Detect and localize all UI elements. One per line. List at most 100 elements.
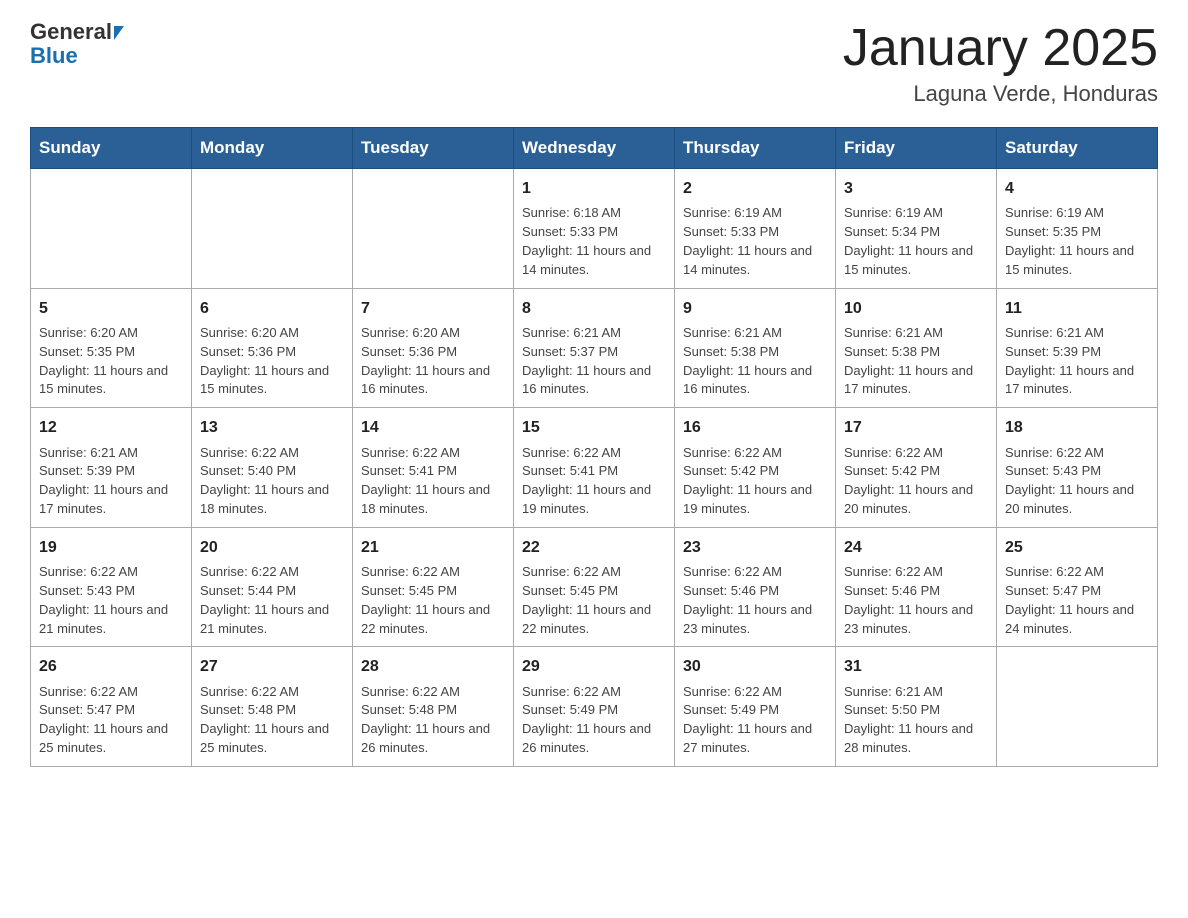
calendar-cell: 18Sunrise: 6:22 AM Sunset: 5:43 PM Dayli…	[997, 408, 1158, 528]
calendar-cell: 1Sunrise: 6:18 AM Sunset: 5:33 PM Daylig…	[514, 169, 675, 289]
day-header-wednesday: Wednesday	[514, 128, 675, 169]
cell-date-number: 27	[200, 655, 344, 678]
calendar-cell: 8 Sunrise: 6:21 AM Sunset: 5:37 PM Daylig…	[514, 288, 675, 408]
calendar-cell: 4 Sunrise: 6:19 AM Sunset: 5:35 PM Daylig…	[997, 169, 1158, 289]
cell-daylight-info: Sunrise: 6:19 AM Sunset: 5:35 PM Dayligh…	[1005, 204, 1149, 279]
calendar-cell: 9Sunrise: 6:21 AM Sunset: 5:38 PM Daylig…	[675, 288, 836, 408]
cell-daylight-info: Sunrise: 6:18 AM Sunset: 5:33 PM Dayligh…	[522, 204, 666, 279]
calendar-cell: 15 Sunrise: 6:22 AM Sunset: 5:41 PM Dayli…	[514, 408, 675, 528]
cell-daylight-info: Sunrise: 6:22 AM Sunset: 5:47 PM Dayligh…	[1005, 563, 1149, 638]
title-area: January 2025 Laguna Verde, Honduras	[843, 20, 1158, 107]
logo-general-text: General	[30, 19, 112, 44]
cell-date-number: 29	[522, 655, 666, 678]
calendar-cell	[192, 169, 353, 289]
cell-date-number: 13	[200, 416, 344, 439]
cell-date-number: 25	[1005, 536, 1149, 559]
cell-daylight-info: Sunrise: 6:22 AM Sunset: 5:47 PM Dayligh…	[39, 683, 183, 758]
calendar-cell: 23 Sunrise: 6:22 AM Sunset: 5:46 PM Dayli…	[675, 527, 836, 647]
cell-daylight-info: Sunrise: 6:20 AM Sunset: 5:35 PM Dayligh…	[39, 324, 183, 399]
cell-daylight-info: Sunrise: 6:22 AM Sunset: 5:43 PM Dayligh…	[39, 563, 183, 638]
cell-date-number: 22	[522, 536, 666, 559]
day-header-friday: Friday	[836, 128, 997, 169]
cell-date-number: 16	[683, 416, 827, 439]
day-header-sunday: Sunday	[31, 128, 192, 169]
month-title: January 2025	[843, 20, 1158, 77]
cell-daylight-info: Sunrise: 6:22 AM Sunset: 5:49 PM Dayligh…	[683, 683, 827, 758]
cell-date-number: 12	[39, 416, 183, 439]
page-header: General Blue January 2025 Laguna Verde, …	[30, 20, 1158, 107]
cell-daylight-info: Sunrise: 6:21 AM Sunset: 5:39 PM Dayligh…	[1005, 324, 1149, 399]
calendar-cell	[31, 169, 192, 289]
cell-date-number: 30	[683, 655, 827, 678]
cell-date-number: 8	[522, 297, 666, 320]
day-header-tuesday: Tuesday	[353, 128, 514, 169]
calendar-cell: 25 Sunrise: 6:22 AM Sunset: 5:47 PM Dayli…	[997, 527, 1158, 647]
calendar-cell: 3 Sunrise: 6:19 AM Sunset: 5:34 PM Daylig…	[836, 169, 997, 289]
calendar-cell: 21Sunrise: 6:22 AM Sunset: 5:45 PM Dayli…	[353, 527, 514, 647]
calendar-week-1: 1Sunrise: 6:18 AM Sunset: 5:33 PM Daylig…	[31, 169, 1158, 289]
calendar-cell: 29 Sunrise: 6:22 AM Sunset: 5:49 PM Dayli…	[514, 647, 675, 767]
calendar-header-row: SundayMondayTuesdayWednesdayThursdayFrid…	[31, 128, 1158, 169]
cell-daylight-info: Sunrise: 6:22 AM Sunset: 5:44 PM Dayligh…	[200, 563, 344, 638]
cell-daylight-info: Sunrise: 6:21 AM Sunset: 5:50 PM Dayligh…	[844, 683, 988, 758]
calendar-cell: 11 Sunrise: 6:21 AM Sunset: 5:39 PM Dayli…	[997, 288, 1158, 408]
cell-daylight-info: Sunrise: 6:19 AM Sunset: 5:34 PM Dayligh…	[844, 204, 988, 279]
cell-date-number: 14	[361, 416, 505, 439]
day-header-thursday: Thursday	[675, 128, 836, 169]
cell-daylight-info: Sunrise: 6:22 AM Sunset: 5:48 PM Dayligh…	[361, 683, 505, 758]
calendar-cell: 27 Sunrise: 6:22 AM Sunset: 5:48 PM Dayli…	[192, 647, 353, 767]
cell-date-number: 11	[1005, 297, 1149, 320]
cell-date-number: 26	[39, 655, 183, 678]
calendar-cell: 28 Sunrise: 6:22 AM Sunset: 5:48 PM Dayli…	[353, 647, 514, 767]
cell-date-number: 31	[844, 655, 988, 678]
calendar-cell: 17Sunrise: 6:22 AM Sunset: 5:42 PM Dayli…	[836, 408, 997, 528]
calendar-cell: 7Sunrise: 6:20 AM Sunset: 5:36 PM Daylig…	[353, 288, 514, 408]
logo-triangle-icon	[114, 26, 124, 40]
calendar-cell: 6Sunrise: 6:20 AM Sunset: 5:36 PM Daylig…	[192, 288, 353, 408]
calendar-cell: 19 Sunrise: 6:22 AM Sunset: 5:43 PM Dayli…	[31, 527, 192, 647]
cell-date-number: 6	[200, 297, 344, 320]
cell-date-number: 18	[1005, 416, 1149, 439]
calendar-week-2: 5 Sunrise: 6:20 AM Sunset: 5:35 PM Daylig…	[31, 288, 1158, 408]
cell-date-number: 28	[361, 655, 505, 678]
calendar-cell: 26 Sunrise: 6:22 AM Sunset: 5:47 PM Dayli…	[31, 647, 192, 767]
cell-date-number: 17	[844, 416, 988, 439]
cell-date-number: 24	[844, 536, 988, 559]
cell-daylight-info: Sunrise: 6:22 AM Sunset: 5:41 PM Dayligh…	[522, 444, 666, 519]
calendar-cell: 22 Sunrise: 6:22 AM Sunset: 5:45 PM Dayli…	[514, 527, 675, 647]
cell-date-number: 15	[522, 416, 666, 439]
cell-daylight-info: Sunrise: 6:19 AM Sunset: 5:33 PM Dayligh…	[683, 204, 827, 279]
cell-daylight-info: Sunrise: 6:21 AM Sunset: 5:37 PM Dayligh…	[522, 324, 666, 399]
cell-date-number: 5	[39, 297, 183, 320]
cell-date-number: 7	[361, 297, 505, 320]
cell-daylight-info: Sunrise: 6:22 AM Sunset: 5:48 PM Dayligh…	[200, 683, 344, 758]
calendar-week-3: 12Sunrise: 6:21 AM Sunset: 5:39 PM Dayli…	[31, 408, 1158, 528]
cell-date-number: 23	[683, 536, 827, 559]
calendar-cell: 14Sunrise: 6:22 AM Sunset: 5:41 PM Dayli…	[353, 408, 514, 528]
cell-daylight-info: Sunrise: 6:22 AM Sunset: 5:49 PM Dayligh…	[522, 683, 666, 758]
logo: General Blue	[30, 20, 124, 68]
calendar-cell: 31 Sunrise: 6:21 AM Sunset: 5:50 PM Dayli…	[836, 647, 997, 767]
calendar-week-4: 19 Sunrise: 6:22 AM Sunset: 5:43 PM Dayli…	[31, 527, 1158, 647]
cell-daylight-info: Sunrise: 6:21 AM Sunset: 5:38 PM Dayligh…	[844, 324, 988, 399]
calendar-cell: 2Sunrise: 6:19 AM Sunset: 5:33 PM Daylig…	[675, 169, 836, 289]
logo-blue-text: Blue	[30, 44, 124, 68]
cell-daylight-info: Sunrise: 6:22 AM Sunset: 5:45 PM Dayligh…	[522, 563, 666, 638]
cell-date-number: 9	[683, 297, 827, 320]
calendar-cell: 30 Sunrise: 6:22 AM Sunset: 5:49 PM Dayli…	[675, 647, 836, 767]
logo-top-line: General	[30, 20, 124, 44]
calendar-cell: 20Sunrise: 6:22 AM Sunset: 5:44 PM Dayli…	[192, 527, 353, 647]
cell-daylight-info: Sunrise: 6:22 AM Sunset: 5:46 PM Dayligh…	[844, 563, 988, 638]
calendar-table: SundayMondayTuesdayWednesdayThursdayFrid…	[30, 127, 1158, 767]
calendar-cell: 10Sunrise: 6:21 AM Sunset: 5:38 PM Dayli…	[836, 288, 997, 408]
cell-date-number: 19	[39, 536, 183, 559]
cell-date-number: 3	[844, 177, 988, 200]
cell-daylight-info: Sunrise: 6:22 AM Sunset: 5:42 PM Dayligh…	[683, 444, 827, 519]
calendar-week-5: 26 Sunrise: 6:22 AM Sunset: 5:47 PM Dayli…	[31, 647, 1158, 767]
cell-daylight-info: Sunrise: 6:22 AM Sunset: 5:46 PM Dayligh…	[683, 563, 827, 638]
calendar-cell: 24 Sunrise: 6:22 AM Sunset: 5:46 PM Dayli…	[836, 527, 997, 647]
cell-date-number: 4	[1005, 177, 1149, 200]
cell-date-number: 21	[361, 536, 505, 559]
calendar-cell: 5 Sunrise: 6:20 AM Sunset: 5:35 PM Daylig…	[31, 288, 192, 408]
calendar-cell	[353, 169, 514, 289]
